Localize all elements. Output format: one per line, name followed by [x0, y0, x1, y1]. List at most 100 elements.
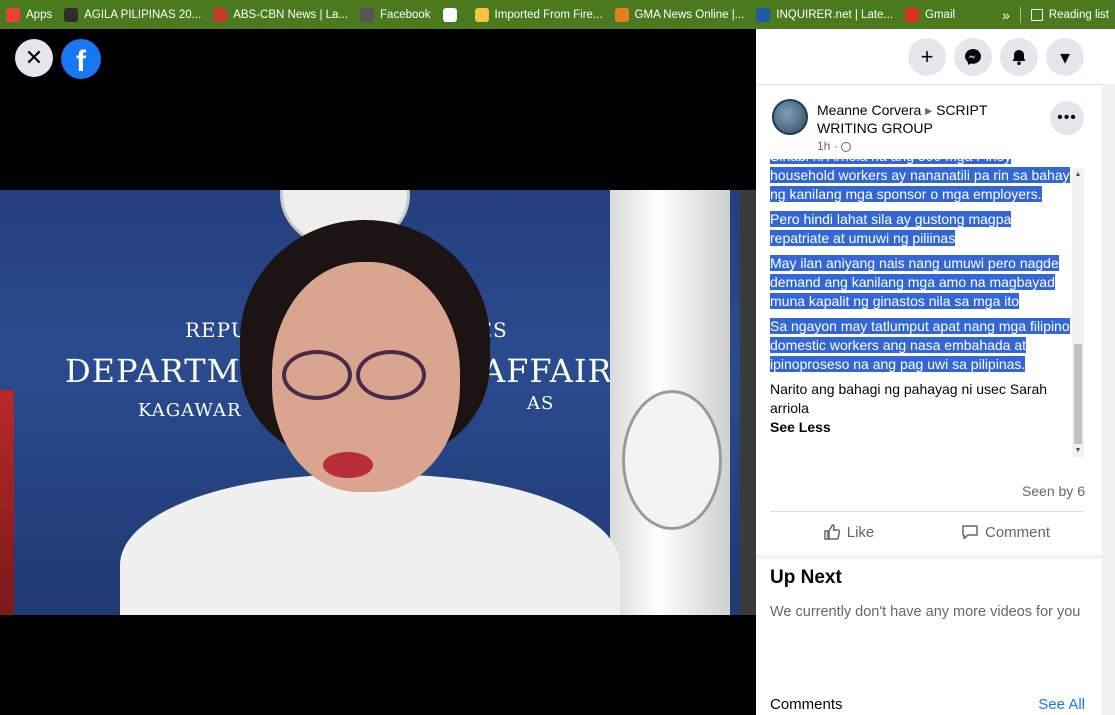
apps-grid-icon	[6, 7, 20, 22]
post-paragraph-5: Narito ang bahagi ng pahayag ni usec Sar…	[770, 381, 1048, 416]
bookmark-agila[interactable]: AGILA PILIPINAS 20...	[58, 0, 207, 29]
author-avatar[interactable]	[772, 99, 808, 135]
dfa-seal-flag	[622, 390, 722, 530]
gma-icon	[614, 7, 629, 22]
speaker-body	[120, 475, 620, 615]
post-actions: Like Comment	[770, 510, 1084, 554]
bookmarks-right: » Reading list	[1002, 0, 1109, 29]
like-button[interactable]: Like	[770, 523, 927, 541]
bookmark-label: Imported From Fire...	[494, 8, 603, 21]
bookmarks-bar: Apps AGILA PILIPINAS 20... ABS-CBN News | …	[0, 0, 1115, 29]
bookmark-label: ABS-CBN News | La...	[233, 8, 349, 21]
plus-icon: +	[920, 44, 934, 69]
bookmark-apps-grid[interactable]: Apps	[0, 0, 58, 29]
create-button[interactable]: +	[908, 38, 946, 76]
bookmark-label: Apps	[26, 8, 53, 21]
abscbn-icon	[213, 7, 228, 22]
bookmarks-separator	[1019, 6, 1021, 23]
up-next-empty-text: We currently don't have any more videos …	[770, 604, 1081, 620]
gmail-icon	[905, 7, 920, 22]
post-paragraph-4: Sa ngayon may tatlumput apat nang mga fi…	[770, 317, 1070, 374]
video-viewer[interactable]: ✕ f REPUB INES DEPARTME AFFAIRS KAGAWAR …	[0, 29, 756, 715]
flag-strip-left	[0, 390, 14, 615]
scroll-up-arrow-icon[interactable]: ▲	[1072, 169, 1084, 181]
post-more-button[interactable]: •••	[1050, 101, 1084, 135]
panel-header: + ▾	[756, 29, 1115, 84]
speaker-glasses-right	[356, 350, 426, 400]
bookmark-label: INQUIRER.net | Late...	[776, 8, 894, 21]
backdrop-text-6: AS	[527, 393, 555, 414]
more-dots-icon: •••	[1057, 109, 1077, 126]
bookmark-label: GMA News Online |...	[634, 8, 745, 21]
google-icon	[442, 7, 457, 22]
author-name-link[interactable]: Meanne Corvera	[817, 102, 921, 118]
post-paragraph-3: May ilan aniyang nais nang umuwi pero na…	[770, 254, 1070, 311]
viewer-top-buttons: ✕ f	[15, 39, 101, 79]
bookmark-abscbn[interactable]: ABS-CBN News | La...	[207, 0, 354, 29]
bookmark-google[interactable]	[437, 0, 469, 29]
bookmark-inquirer[interactable]: INQUIRER.net | Late...	[750, 0, 899, 29]
account-menu-button[interactable]: ▾	[1046, 38, 1084, 76]
bookmark-folder[interactable]: Imported From Fire...	[469, 0, 609, 29]
video-right-strip	[740, 190, 756, 615]
inquirer-icon	[756, 7, 771, 22]
facebook-icon	[360, 7, 375, 22]
agila-icon	[64, 7, 79, 22]
bookmark-label: Gmail	[925, 8, 956, 21]
thumbs-up-icon	[823, 524, 840, 540]
speaker-mouth	[323, 452, 373, 478]
chevron-down-icon: ▾	[1059, 46, 1071, 69]
post-paragraph-1: Sinabi ni Arriola na ang 500 mga Pinoy h…	[770, 159, 1070, 204]
reading-list-label: Reading list	[1048, 8, 1109, 21]
post-paragraph-3-text: May ilan aniyang nais nang umuwi pero na…	[770, 255, 1059, 309]
bookmark-gma[interactable]: GMA News Online |...	[609, 0, 751, 29]
post-time-text: 1h ·	[817, 139, 838, 153]
bookmark-label: AGILA PILIPINAS 20...	[84, 8, 202, 21]
see-less-link[interactable]: See Less	[770, 418, 1070, 437]
comment-label: Comment	[984, 523, 1051, 541]
bookmark-label: Facebook	[380, 8, 431, 21]
post-paragraph-2-text: Pero hindi lahat sila ay gustong magpa r…	[770, 211, 1012, 246]
actions-divider-bottom	[756, 555, 1115, 559]
like-label: Like	[846, 523, 875, 541]
facebook-logo-glyph: f	[76, 45, 86, 78]
arrow-right-icon: ▸	[925, 102, 933, 118]
post-paragraph-4-text: Sa ngayon may tatlumput apat nang mga fi…	[770, 318, 1070, 372]
messenger-button[interactable]	[954, 38, 992, 76]
backdrop-text-5: KAGAWAR	[138, 400, 242, 421]
comment-button[interactable]: Comment	[927, 523, 1084, 541]
audience-icon	[841, 141, 852, 152]
folder-icon	[474, 7, 489, 22]
bookmark-gmail[interactable]: Gmail	[899, 0, 961, 29]
video-frame[interactable]: REPUB INES DEPARTME AFFAIRS KAGAWAR AS	[0, 190, 756, 615]
bookmarks-overflow-button[interactable]: »	[1002, 7, 1010, 23]
post-body-inner: Sinabi ni Arriola na ang 500 mga Pinoy h…	[770, 159, 1070, 437]
comments-heading: Comments	[770, 696, 843, 713]
post-body[interactable]: Sinabi ni Arriola na ang 500 mga Pinoy h…	[770, 159, 1070, 459]
seen-by-count[interactable]: Seen by 6	[1022, 483, 1085, 499]
backdrop-text-3: DEPARTME	[65, 352, 265, 390]
post-paragraph-2: Pero hindi lahat sila ay gustong magpa r…	[770, 210, 1070, 248]
reading-list-button[interactable]: Reading list	[1030, 8, 1109, 21]
close-icon: ✕	[24, 45, 44, 70]
post-paragraph-1-text: Sinabi ni Arriola na ang 500 mga Pinoy h…	[770, 159, 1070, 202]
post-text-scrollbar[interactable]: ▲ ▼	[1072, 169, 1084, 457]
panel-scrollbar[interactable]	[1102, 84, 1115, 715]
close-viewer-button[interactable]: ✕	[15, 39, 53, 77]
notifications-button[interactable]	[1000, 38, 1038, 76]
scroll-down-arrow-icon[interactable]: ▼	[1072, 445, 1084, 457]
header-divider	[756, 84, 1115, 85]
see-all-comments-link[interactable]: See All	[1038, 696, 1085, 713]
comment-icon	[962, 525, 978, 540]
bookmarks-list: Apps AGILA PILIPINAS 20... ABS-CBN News | …	[0, 0, 961, 29]
post-timestamp[interactable]: 1h ·	[817, 139, 852, 153]
reading-list-icon	[1030, 8, 1043, 21]
speaker-glasses-left	[282, 350, 352, 400]
post-panel: + ▾ Meanne Corvera ▸ SCRIPT WRITING GROU…	[756, 29, 1115, 715]
bookmark-facebook[interactable]: Facebook	[354, 0, 437, 29]
post-text-scroll-thumb[interactable]	[1074, 344, 1082, 444]
post-author-line: Meanne Corvera ▸ SCRIPT WRITING GROUP	[817, 101, 1047, 137]
up-next-heading: Up Next	[770, 567, 842, 588]
messenger-icon	[965, 49, 981, 65]
facebook-logo-icon[interactable]: f	[61, 39, 101, 79]
